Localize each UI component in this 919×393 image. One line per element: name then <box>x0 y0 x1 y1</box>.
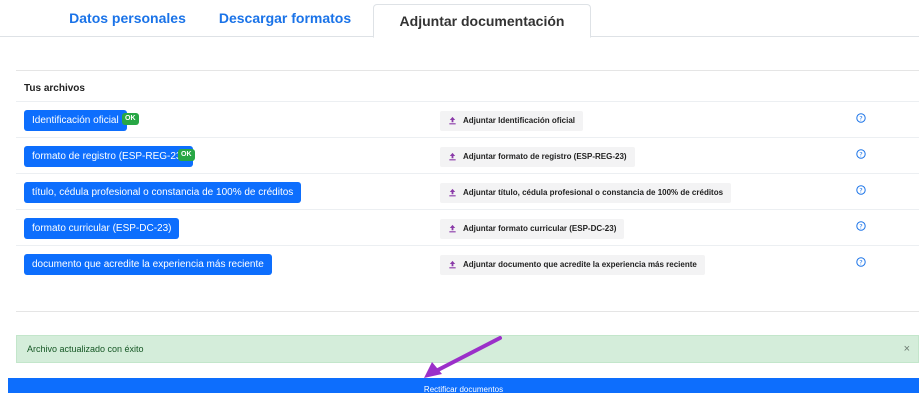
attach-label: Adjuntar documento que acredite la exper… <box>463 260 697 269</box>
arrow-annotation-icon <box>424 336 502 378</box>
attach-button-formato-curricular[interactable]: Adjuntar formato curricular (ESP-DC-23) <box>440 219 625 239</box>
file-row: documento que acredite la experiencia má… <box>16 245 919 282</box>
attach-label: Adjuntar formato curricular (ESP-DC-23) <box>463 224 617 233</box>
file-row: formato curricular (ESP-DC-23) Adjuntar … <box>16 209 919 246</box>
files-panel: Tus archivos Identificación oficial OK A… <box>16 70 919 312</box>
attach-label: Adjuntar título, cédula profesional o co… <box>463 188 724 197</box>
svg-text:?: ? <box>859 258 862 266</box>
file-row: Identificación oficial OK Adjuntar Ident… <box>16 101 919 138</box>
attach-button-experiencia[interactable]: Adjuntar documento que acredite la exper… <box>440 255 705 275</box>
attach-button-titulo[interactable]: Adjuntar título, cédula profesional o co… <box>440 183 732 203</box>
file-button-titulo[interactable]: título, cédula profesional o constancia … <box>24 182 302 203</box>
svg-text:?: ? <box>859 150 862 158</box>
panel-title: Tus archivos <box>24 83 85 94</box>
ok-badge: OK <box>178 149 195 161</box>
ok-badge: OK <box>122 113 139 125</box>
file-button-identificacion[interactable]: Identificación oficial <box>24 110 127 131</box>
upload-icon <box>449 225 456 233</box>
rectificar-documentos-button[interactable]: Rectificar documentos <box>8 378 919 393</box>
alert-message: Archivo actualizado con éxito <box>27 344 144 354</box>
help-icon[interactable]: ? <box>856 185 866 195</box>
upload-icon <box>449 189 456 197</box>
attach-button-identificacion[interactable]: Adjuntar Identificación oficial <box>440 111 584 131</box>
tab-datos-personales[interactable]: Datos personales <box>60 0 195 36</box>
attach-button-formato-registro[interactable]: Adjuntar formato de registro (ESP-REG-23… <box>440 147 635 167</box>
file-button-formato-curricular[interactable]: formato curricular (ESP-DC-23) <box>24 218 180 239</box>
upload-icon <box>449 261 456 269</box>
tab-descargar-formatos[interactable]: Descargar formatos <box>210 0 360 36</box>
help-icon[interactable]: ? <box>856 149 866 159</box>
svg-text:?: ? <box>859 186 862 194</box>
file-button-experiencia[interactable]: documento que acredite la experiencia má… <box>24 254 272 275</box>
attach-label: Adjuntar formato de registro (ESP-REG-23… <box>463 152 627 161</box>
upload-icon <box>449 153 456 161</box>
upload-icon <box>449 117 456 125</box>
attach-label: Adjuntar Identificación oficial <box>463 116 576 125</box>
close-icon[interactable]: × <box>904 343 910 355</box>
svg-text:?: ? <box>859 222 862 230</box>
svg-text:?: ? <box>859 114 862 122</box>
file-button-formato-registro[interactable]: formato de registro (ESP-REG-23) <box>24 146 193 167</box>
file-row: formato de registro (ESP-REG-23) OK Adju… <box>16 137 919 174</box>
tab-bar: Datos personales Descargar formatos Adju… <box>0 0 919 38</box>
tab-adjuntar-documentacion[interactable]: Adjuntar documentación <box>373 4 591 38</box>
help-icon[interactable]: ? <box>856 113 866 123</box>
file-row: título, cédula profesional o constancia … <box>16 173 919 210</box>
help-icon[interactable]: ? <box>856 257 866 267</box>
help-icon[interactable]: ? <box>856 221 866 231</box>
